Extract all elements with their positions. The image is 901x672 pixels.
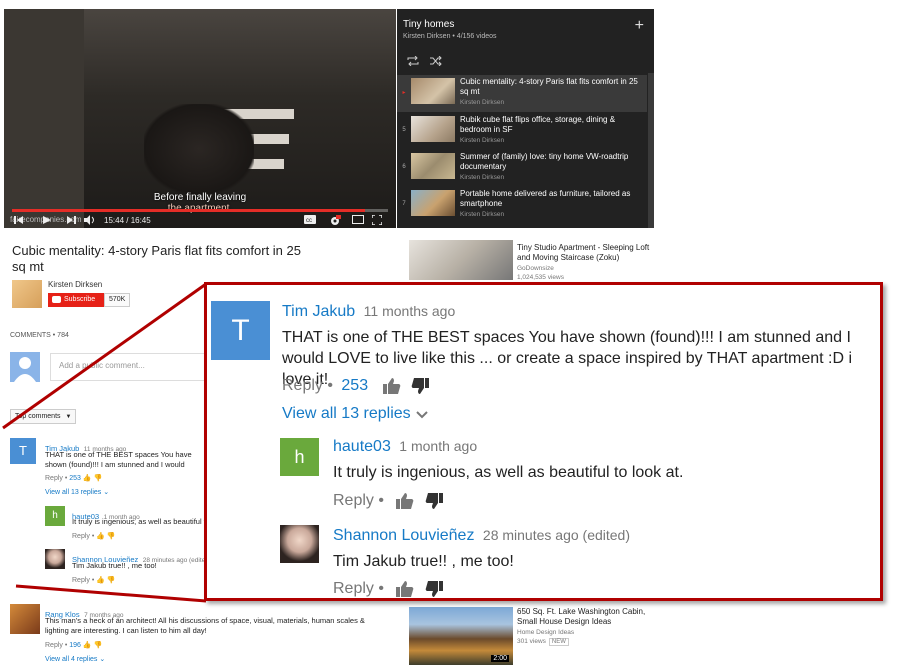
view-replies-link[interactable]: View all 13 replies [282,405,429,423]
comment-avatar[interactable]: T [211,301,270,360]
thumbs-up-icon[interactable] [396,492,414,510]
thumbs-up-icon[interactable] [396,580,414,598]
comment-avatar[interactable]: h [280,438,319,476]
thumbs-down-icon[interactable] [411,377,430,395]
comment-header: haute03 1 month ago [333,438,477,456]
comment-author[interactable]: haute03 [333,438,391,455]
thumbs-down-icon[interactable] [425,492,443,510]
comment-text: It truly is ingenious, as well as beauti… [333,464,684,481]
comment-actions: Reply • 253 [282,377,430,395]
chevron-down-icon [416,411,428,419]
thumbs-up-icon[interactable] [382,377,401,395]
comment-time[interactable]: 28 minutes ago (edited) [483,527,630,543]
comment-actions: Reply • [333,580,443,598]
comment-header: Shannon Louvieñez 28 minutes ago (edited… [333,527,630,545]
reply-button[interactable]: Reply [282,377,323,394]
comment-author[interactable]: Tim Jakub [282,303,355,320]
view-replies-label: View all 13 replies [282,405,411,422]
comment-time[interactable]: 11 months ago [364,303,456,319]
comment-actions: Reply • [333,492,443,510]
comment-header: Tim Jakub 11 months ago [282,303,455,321]
comment-author[interactable]: Shannon Louvieñez [333,527,474,544]
comment-avatar[interactable] [280,525,319,563]
like-count: 253 [341,377,369,395]
reply-button[interactable]: Reply [333,580,374,597]
reply-button[interactable]: Reply [333,492,374,509]
comment-time[interactable]: 1 month ago [399,438,477,454]
thumbs-down-icon[interactable] [425,580,443,598]
zoom-callout: T Tim Jakub 11 months ago THAT is one of… [204,282,883,601]
comment-text: Tim Jakub true!! , me too! [333,553,514,570]
